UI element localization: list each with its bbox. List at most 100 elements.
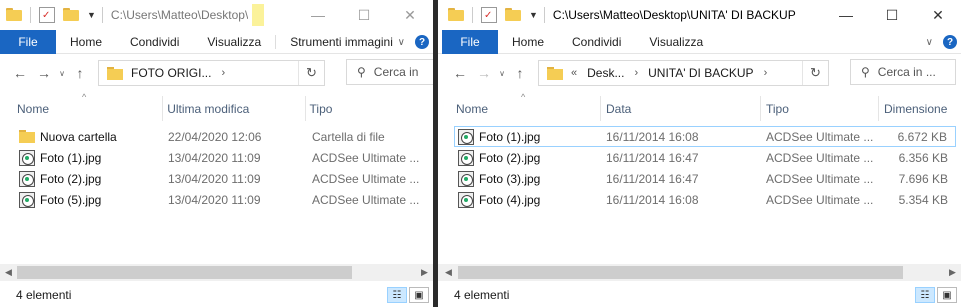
maximize-button[interactable]: ☐ <box>341 0 387 30</box>
up-arrow-icon[interactable]: ↑ <box>68 65 92 81</box>
sort-up-icon: ^ <box>82 92 87 102</box>
jpg-file-icon <box>19 170 35 187</box>
list-item[interactable]: Foto (5).jpg 13/04/2020 11:09 ACDSee Ult… <box>0 189 433 210</box>
list-item[interactable]: Foto (3).jpg 16/11/2014 16:47 ACDSee Ult… <box>438 168 961 189</box>
jpg-file-icon <box>458 191 474 208</box>
horizontal-scrollbar[interactable]: ◀ ▶ <box>438 264 961 281</box>
navigation-bar: ← → ∨ ↑ FOTO ORIGI... › ↻ ⚲ Cerca in <box>0 54 433 92</box>
expand-ribbon-icon[interactable]: ∨ <box>398 37 405 48</box>
jpg-file-icon <box>458 149 474 166</box>
refresh-icon[interactable]: ↻ <box>298 61 324 85</box>
refresh-icon[interactable]: ↻ <box>802 61 828 85</box>
highlight-mark <box>252 4 265 26</box>
column-headers: ^ Nome Ultima modifica Tipo <box>0 92 433 121</box>
list-item[interactable]: Foto (2).jpg 13/04/2020 11:09 ACDSee Ult… <box>0 168 433 189</box>
new-folder-icon[interactable] <box>505 7 521 23</box>
tab-share[interactable]: Condividi <box>116 35 193 49</box>
list-item[interactable]: Foto (2).jpg 16/11/2014 16:47 ACDSee Ult… <box>438 147 961 168</box>
folder-icon <box>19 130 35 143</box>
item-count: 4 elementi <box>454 288 510 302</box>
details-view-icon[interactable]: ☷ <box>387 287 407 303</box>
large-icons-view-icon[interactable]: ▣ <box>409 287 429 303</box>
scroll-right-icon[interactable]: ▶ <box>944 267 961 278</box>
search-box[interactable]: ⚲ Cerca in <box>346 59 433 85</box>
scrollbar-thumb[interactable] <box>17 266 352 279</box>
recent-locations-icon[interactable]: ∨ <box>496 69 508 78</box>
list-item[interactable]: Nuova cartella 22/04/2020 12:06 Cartella… <box>0 126 433 147</box>
column-name[interactable]: ^ Nome <box>0 92 162 121</box>
expand-ribbon-icon[interactable]: ∨ <box>926 37 933 48</box>
tab-view[interactable]: Visualizza <box>635 35 717 49</box>
search-box[interactable]: ⚲ Cerca in ... <box>850 59 956 85</box>
help-icon[interactable]: ? <box>415 35 429 49</box>
minimize-button[interactable]: — <box>295 0 341 30</box>
chevron-right-icon[interactable]: › <box>221 67 225 79</box>
breadcrumb-segment[interactable]: FOTO ORIGI... <box>131 66 211 80</box>
forward-arrow-icon[interactable]: → <box>472 65 496 81</box>
folder-icon <box>6 7 22 23</box>
navigation-bar: ← → ∨ ↑ « Desk... › UNITA' DI BACKUP › ↻… <box>438 54 961 92</box>
tab-share[interactable]: Condividi <box>558 35 635 49</box>
column-name[interactable]: ^ Nome <box>438 92 600 121</box>
sort-up-icon: ^ <box>521 92 526 102</box>
tab-file[interactable]: File <box>0 29 56 54</box>
properties-icon[interactable]: ✓ <box>481 7 497 23</box>
tab-home[interactable]: Home <box>498 35 558 49</box>
column-size[interactable]: Dimensione <box>878 96 958 121</box>
column-modified[interactable]: Ultima modifica <box>162 96 304 121</box>
chevron-right-icon[interactable]: › <box>764 67 768 79</box>
column-headers: ^ Nome Data Tipo Dimensione <box>438 92 961 121</box>
back-arrow-icon[interactable]: ← <box>8 65 32 81</box>
back-arrow-icon[interactable]: ← <box>448 65 472 81</box>
column-type[interactable]: Tipo <box>760 96 878 121</box>
tab-picture-tools[interactable]: Strumenti immagini <box>275 34 407 49</box>
horizontal-scrollbar[interactable]: ◀ ▶ <box>0 264 433 281</box>
address-bar[interactable]: FOTO ORIGI... › ↻ <box>98 60 325 86</box>
title-bar[interactable]: ✓ ▼ C:\Users\Matteo\Desktop\UNITA' DI BA… <box>438 0 961 30</box>
overflow-icon[interactable]: « <box>571 67 577 79</box>
folder-icon <box>107 66 123 80</box>
search-icon: ⚲ <box>357 65 366 79</box>
jpg-file-icon <box>458 128 474 145</box>
up-arrow-icon[interactable]: ↑ <box>508 65 532 81</box>
close-button[interactable]: ✕ <box>915 0 961 30</box>
column-date[interactable]: Data <box>600 96 760 121</box>
address-bar[interactable]: « Desk... › UNITA' DI BACKUP › ↻ <box>538 60 829 86</box>
tab-home[interactable]: Home <box>56 35 116 49</box>
scrollbar-thumb[interactable] <box>458 266 903 279</box>
recent-locations-icon[interactable]: ∨ <box>56 69 68 78</box>
scroll-left-icon[interactable]: ◀ <box>0 267 17 278</box>
ribbon-tabs: File Home Condividi Visualizza ∨ ? <box>438 29 961 54</box>
chevron-right-icon[interactable]: › <box>634 67 638 79</box>
forward-arrow-icon[interactable]: → <box>32 65 56 81</box>
window-controls: — ☐ ✕ <box>295 0 433 30</box>
large-icons-view-icon[interactable]: ▣ <box>937 287 957 303</box>
tab-file[interactable]: File <box>442 29 498 54</box>
scroll-left-icon[interactable]: ◀ <box>440 267 457 278</box>
status-bar: 4 elementi ☷ ▣ <box>438 283 961 307</box>
folder-icon <box>448 7 464 23</box>
list-item-selected[interactable]: Foto (1).jpg 16/11/2014 16:08 ACDSee Ult… <box>454 126 956 147</box>
scroll-right-icon[interactable]: ▶ <box>416 267 433 278</box>
properties-icon[interactable]: ✓ <box>39 7 55 23</box>
new-folder-icon[interactable] <box>63 7 79 23</box>
quick-access-toolbar: ✓ ▼ <box>448 7 553 23</box>
file-list: Nuova cartella 22/04/2020 12:06 Cartella… <box>0 126 433 210</box>
breadcrumb-segment[interactable]: Desk... <box>587 66 624 80</box>
title-bar[interactable]: ✓ ▼ C:\Users\Matteo\Desktop\ — ☐ ✕ <box>0 0 433 30</box>
tab-view[interactable]: Visualizza <box>193 35 275 49</box>
minimize-button[interactable]: — <box>823 0 869 30</box>
window-title: C:\Users\Matteo\Desktop\UNITA' DI BACKUP <box>552 8 796 22</box>
item-count: 4 elementi <box>16 288 72 302</box>
customize-toolbar-dropdown-icon[interactable]: ▼ <box>529 10 538 20</box>
list-item[interactable]: Foto (4).jpg 16/11/2014 16:08 ACDSee Ult… <box>438 189 961 210</box>
breadcrumb-segment[interactable]: UNITA' DI BACKUP <box>648 66 753 80</box>
close-button[interactable]: ✕ <box>387 0 433 30</box>
maximize-button[interactable]: ☐ <box>869 0 915 30</box>
details-view-icon[interactable]: ☷ <box>915 287 935 303</box>
help-icon[interactable]: ? <box>943 35 957 49</box>
list-item[interactable]: Foto (1).jpg 13/04/2020 11:09 ACDSee Ult… <box>0 147 433 168</box>
window-title: C:\Users\Matteo\Desktop\ <box>110 8 249 22</box>
column-type[interactable]: Tipo <box>304 96 433 121</box>
customize-toolbar-dropdown-icon[interactable]: ▼ <box>87 10 96 20</box>
